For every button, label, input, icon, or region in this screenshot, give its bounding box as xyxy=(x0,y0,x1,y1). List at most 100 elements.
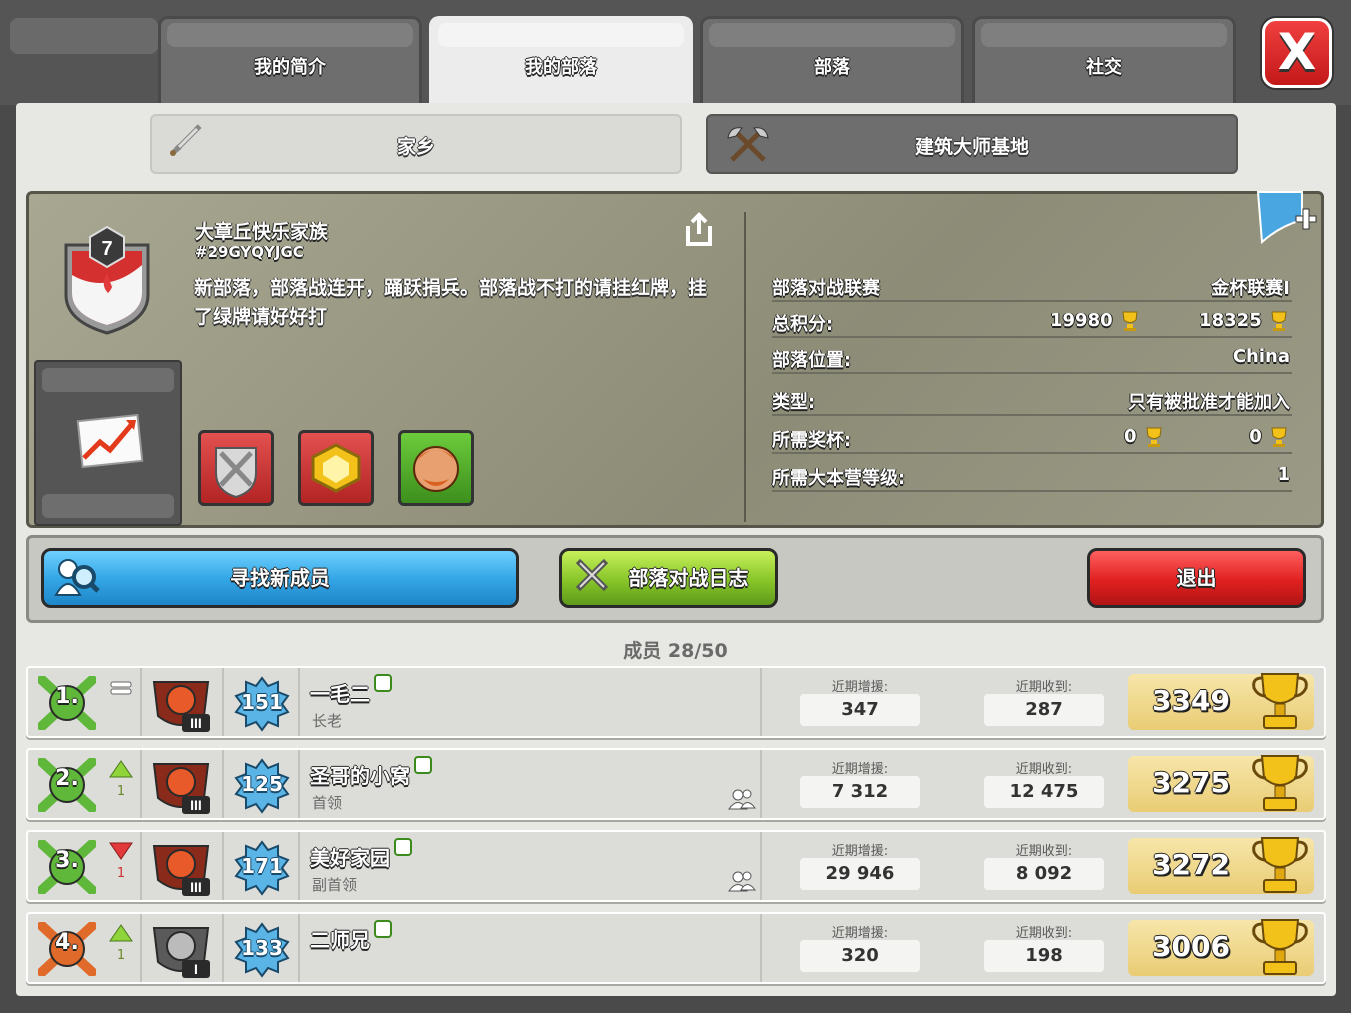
received-label: 近期收到: xyxy=(1015,844,1073,859)
note-icon[interactable] xyxy=(374,920,392,938)
add-flag-icon[interactable] xyxy=(1256,190,1318,246)
info-divider xyxy=(744,212,746,522)
subtab-label: 建筑大师基地 xyxy=(914,136,1029,158)
member-level: 151 xyxy=(241,690,283,714)
trophy-icon xyxy=(1122,311,1138,331)
required-home-trophies: 0 xyxy=(1124,426,1165,448)
subtab-builder-base[interactable]: 建筑大师基地 xyxy=(706,114,1238,174)
member-name: 二师兄 xyxy=(310,920,392,953)
perk-war-icon[interactable] xyxy=(198,430,274,506)
top-bar-left-strip xyxy=(10,18,158,54)
donated-value: 7 312 xyxy=(800,776,920,808)
member-trophies: 3006 xyxy=(1152,930,1230,963)
close-button[interactable]: X xyxy=(1262,18,1332,88)
league-level: III xyxy=(190,797,202,813)
member-trophies: 3275 xyxy=(1152,766,1230,799)
member-rank: 2. xyxy=(55,766,79,791)
tab-label: 社交 xyxy=(1086,57,1122,78)
search-people-icon xyxy=(54,555,100,617)
member-trophies: 3272 xyxy=(1152,848,1230,881)
clan-level: 7 xyxy=(101,238,112,260)
stat-value: 只有被批准才能加入 xyxy=(1128,392,1290,413)
received-value: 287 xyxy=(984,694,1104,726)
clan-description: 新部落，部落战连开，踊跃捐兵。部落战不打的请挂红牌，挂了绿牌请好好打 xyxy=(194,277,708,328)
member-level: 133 xyxy=(241,936,283,960)
received-value: 12 475 xyxy=(984,776,1104,808)
stat-label: 总积分: xyxy=(772,314,834,335)
rank-unchanged-icon xyxy=(106,678,136,702)
member-row[interactable]: 3. 1 III 171 美好家园 副首领 近期增援: 29 946 近期收到:… xyxy=(26,830,1326,902)
stat-value: 1 xyxy=(1277,464,1290,485)
stat-location: 部落位置: China xyxy=(772,344,1292,374)
tab-my-profile[interactable]: 我的简介 xyxy=(158,16,422,106)
received-label: 近期收到: xyxy=(1015,926,1073,941)
tab-label: 我的部落 xyxy=(525,57,597,78)
trophy-icon xyxy=(1146,427,1162,447)
stat-label: 所需奖杯: xyxy=(772,430,852,451)
stat-required-townhall: 所需大本营等级: 1 xyxy=(772,462,1292,492)
member-role: 长老 xyxy=(312,712,343,730)
member-rank: 4. xyxy=(55,930,79,955)
member-row[interactable]: 2. 1 III 125 圣哥的小窝 首领 近期增援: 7 312 近期收到: … xyxy=(26,748,1326,820)
trophy-icon xyxy=(1252,673,1308,729)
rank-change-num: 1 xyxy=(116,948,126,963)
donated-value: 320 xyxy=(800,940,920,972)
member-role: 副首领 xyxy=(312,876,358,894)
received-value: 198 xyxy=(984,940,1104,972)
builder-points-value: 18325 xyxy=(1199,310,1290,332)
tab-my-clan[interactable]: 我的部落 xyxy=(429,16,693,108)
chart-trend-icon[interactable] xyxy=(76,408,146,470)
donated-value: 29 946 xyxy=(800,858,920,890)
stat-label: 部落位置: xyxy=(772,350,852,371)
member-name: 美好家园 xyxy=(310,838,412,871)
leave-clan-button[interactable]: 退出 xyxy=(1087,548,1306,608)
trophy-icon xyxy=(1271,311,1287,331)
friends-icon xyxy=(728,788,756,815)
share-icon[interactable] xyxy=(682,212,716,248)
tab-social[interactable]: 社交 xyxy=(972,16,1236,106)
member-name: 一毛二 xyxy=(310,674,392,707)
tab-clans[interactable]: 部落 xyxy=(700,16,964,106)
tab-label: 部落 xyxy=(814,57,850,78)
donated-label: 近期增援: xyxy=(831,762,889,777)
rank-change-num: 1 xyxy=(116,866,126,881)
perk-barbarian-icon[interactable] xyxy=(398,430,474,506)
note-icon[interactable] xyxy=(374,674,392,692)
note-icon[interactable] xyxy=(414,756,432,774)
trophy-icon xyxy=(1252,755,1308,811)
league-level: I xyxy=(194,961,198,977)
button-label: 部落对战日志 xyxy=(628,566,749,590)
member-level: 125 xyxy=(241,772,283,796)
stat-label: 类型: xyxy=(772,392,816,413)
league-level: III xyxy=(190,715,202,731)
member-rank: 3. xyxy=(55,848,79,873)
member-trophies: 3349 xyxy=(1152,684,1230,717)
member-row[interactable]: 1. III 151 一毛二 长老 近期增援: 347 近期收到: 287 33… xyxy=(26,666,1326,738)
trophy-icon xyxy=(1271,427,1287,447)
received-label: 近期收到: xyxy=(1015,680,1073,695)
required-builder-trophies: 0 xyxy=(1249,426,1290,448)
member-row[interactable]: 4. 1 I 133 二师兄 近期增援: 320 近期收到: 198 3006 xyxy=(26,912,1326,984)
clan-tag: #29GYQYJGC xyxy=(195,243,304,261)
donated-label: 近期增援: xyxy=(831,844,889,859)
stat-label: 部落对战联赛 xyxy=(772,278,880,299)
members-count: 成员 28/50 xyxy=(623,640,728,662)
war-log-button[interactable]: 部落对战日志 xyxy=(559,548,778,608)
league-level: III xyxy=(190,879,202,895)
perk-league-icon[interactable] xyxy=(298,430,374,506)
donated-label: 近期增援: xyxy=(831,926,889,941)
rank-up-icon: 1 xyxy=(106,924,136,963)
stat-value: China xyxy=(1232,346,1290,367)
note-icon[interactable] xyxy=(394,838,412,856)
member-rank: 1. xyxy=(55,684,79,709)
button-label: 寻找新成员 xyxy=(230,566,330,590)
find-members-button[interactable]: 寻找新成员 xyxy=(41,548,519,608)
league-badge-icon: III xyxy=(152,845,210,896)
stat-war-league: 部落对战联赛 金杯联赛I xyxy=(772,272,1292,302)
subtab-home-village[interactable]: 家乡 xyxy=(150,114,682,174)
crossed-swords-icon xyxy=(572,555,612,613)
stat-required-trophies: 所需奖杯: 0 0 xyxy=(772,424,1292,454)
stat-type: 类型: 只有被批准才能加入 xyxy=(772,386,1292,416)
league-badge-icon: I xyxy=(152,927,210,978)
received-label: 近期收到: xyxy=(1015,762,1073,777)
